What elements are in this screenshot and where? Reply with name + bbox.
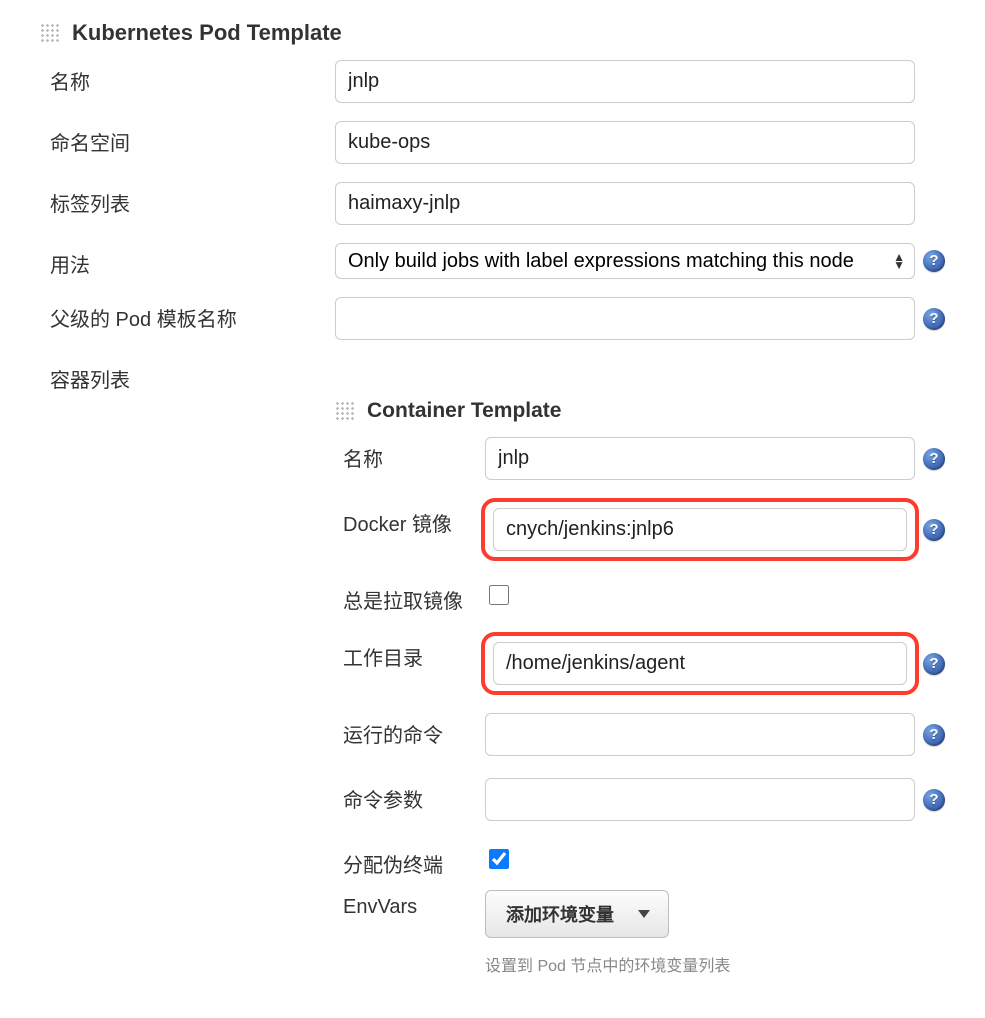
help-icon[interactable]: [923, 250, 945, 272]
select-pod-usage[interactable]: Only build jobs with label expressions m…: [335, 243, 915, 279]
label-pod-parent: 父级的 Pod 模板名称: [40, 297, 335, 332]
add-envvar-button[interactable]: 添加环境变量: [485, 890, 669, 938]
input-pod-namespace[interactable]: [335, 121, 915, 164]
caret-down-icon: [638, 910, 650, 918]
label-pod-labels: 标签列表: [40, 182, 335, 217]
input-command[interactable]: [485, 713, 915, 756]
label-working-dir: 工作目录: [335, 636, 485, 671]
row-container-image: Docker 镜像: [335, 502, 945, 557]
help-icon[interactable]: [923, 653, 945, 675]
row-args: 命令参数: [335, 778, 945, 821]
help-icon[interactable]: [923, 308, 945, 330]
label-command: 运行的命令: [335, 713, 485, 748]
help-icon[interactable]: [923, 724, 945, 746]
container-template-title: Container Template: [367, 399, 561, 423]
input-pod-parent[interactable]: [335, 297, 915, 340]
label-pod-containers: 容器列表: [40, 358, 335, 393]
drag-handle-icon[interactable]: [335, 401, 355, 421]
row-working-dir: 工作目录: [335, 636, 945, 691]
row-pod-containers: 容器列表: [40, 358, 945, 393]
checkbox-allocate-tty[interactable]: [489, 849, 509, 869]
help-icon[interactable]: [923, 448, 945, 470]
label-always-pull: 总是拉取镜像: [335, 579, 485, 614]
row-pod-namespace: 命名空间: [40, 121, 945, 164]
label-args: 命令参数: [335, 778, 485, 813]
highlight-docker-image: [481, 498, 919, 561]
row-command: 运行的命令: [335, 713, 945, 756]
label-pod-usage: 用法: [40, 243, 335, 278]
checkbox-always-pull[interactable]: [489, 585, 509, 605]
container-template-header: Container Template: [335, 399, 945, 423]
row-allocate-tty: 分配伪终端: [335, 843, 945, 878]
row-pod-parent: 父级的 Pod 模板名称: [40, 297, 945, 340]
row-container-name: 名称: [335, 437, 945, 480]
help-icon[interactable]: [923, 519, 945, 541]
label-envvars: EnvVars: [335, 890, 485, 919]
input-container-image[interactable]: [493, 508, 907, 551]
label-pod-namespace: 命名空间: [40, 121, 335, 156]
highlight-working-dir: [481, 632, 919, 695]
row-envvars: EnvVars 添加环境变量 设置到 Pod 节点中的环境变量列表: [335, 890, 945, 976]
row-pod-labels: 标签列表: [40, 182, 945, 225]
drag-handle-icon[interactable]: [40, 23, 60, 43]
row-always-pull: 总是拉取镜像: [335, 579, 945, 614]
container-template-section: Container Template 名称 Docker 镜像 总是拉取镜像 工…: [335, 399, 945, 976]
envvars-hint: 设置到 Pod 节点中的环境变量列表: [485, 952, 730, 976]
add-envvar-label: 添加环境变量: [506, 901, 614, 927]
pod-template-title: Kubernetes Pod Template: [72, 20, 342, 46]
input-pod-labels[interactable]: [335, 182, 915, 225]
label-container-image: Docker 镜像: [335, 502, 485, 537]
pod-template-header: Kubernetes Pod Template: [40, 20, 945, 46]
input-args[interactable]: [485, 778, 915, 821]
input-working-dir[interactable]: [493, 642, 907, 685]
row-pod-name: 名称: [40, 60, 945, 103]
input-container-name[interactable]: [485, 437, 915, 480]
label-pod-name: 名称: [40, 60, 335, 95]
label-container-name: 名称: [335, 437, 485, 472]
help-icon[interactable]: [923, 789, 945, 811]
row-pod-usage: 用法 Only build jobs with label expression…: [40, 243, 945, 279]
input-pod-name[interactable]: [335, 60, 915, 103]
label-allocate-tty: 分配伪终端: [335, 843, 485, 878]
